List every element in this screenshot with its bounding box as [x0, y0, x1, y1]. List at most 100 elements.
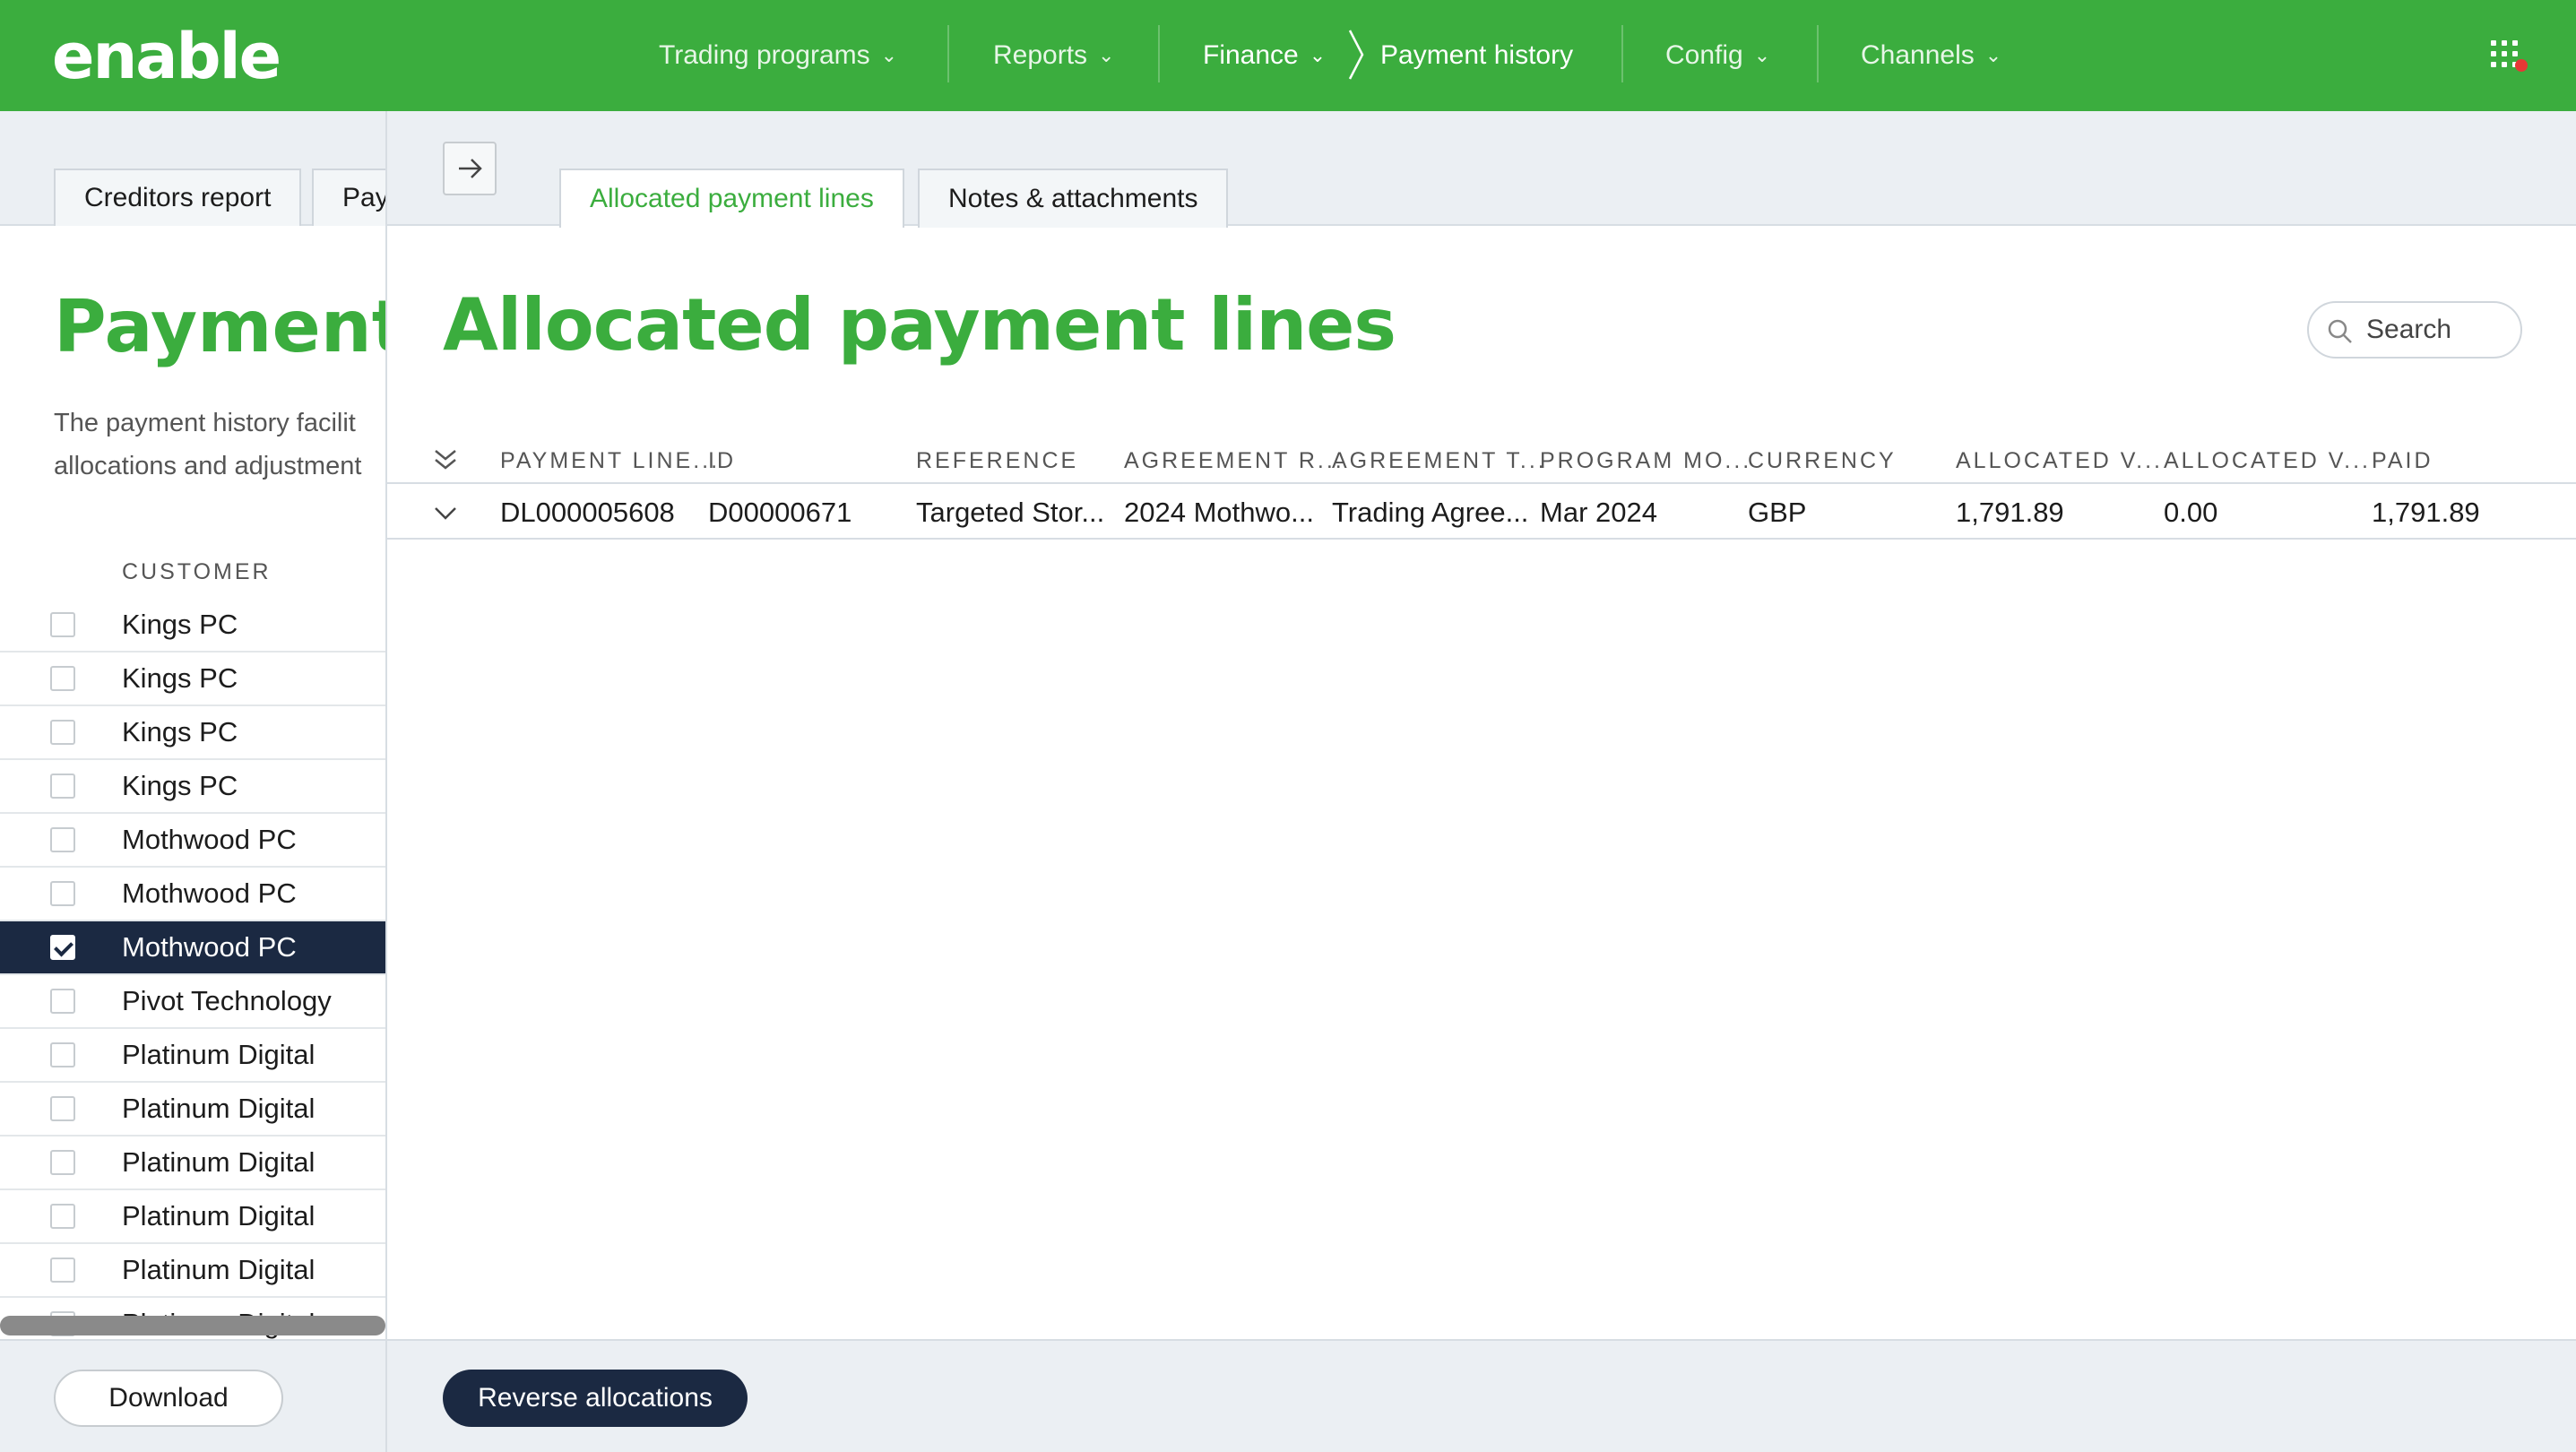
cell-agreement-r: 2024 Mothwo...	[1124, 497, 1314, 528]
payment-history-panel: Creditors report Pay Payment The payment…	[0, 111, 385, 1452]
row-checkbox[interactable]	[50, 1096, 75, 1121]
customer-name: Platinum Digital	[122, 1039, 316, 1070]
search-icon	[2328, 319, 2352, 343]
nav-channels[interactable]: Channels ⌄	[1861, 0, 2001, 111]
chevron-down-icon: ⌄	[1309, 44, 1327, 66]
row-checkbox[interactable]	[50, 989, 75, 1014]
row-checkbox[interactable]	[50, 1204, 75, 1229]
customer-name: Platinum Digital	[122, 1254, 316, 1285]
tab-notes-attachments[interactable]: Notes & attachments	[918, 169, 1229, 228]
reverse-allocations-button[interactable]: Reverse allocations	[443, 1370, 748, 1427]
download-button[interactable]: Download	[54, 1370, 283, 1427]
customer-row[interactable]: Platinum Digital	[0, 1190, 385, 1244]
row-checkbox[interactable]	[50, 827, 75, 852]
col-reference[interactable]: REFERENCE	[916, 448, 1078, 474]
col-paid[interactable]: PAID	[2372, 448, 2433, 474]
row-checkbox[interactable]	[50, 1258, 75, 1283]
left-footer: Download	[0, 1339, 385, 1452]
arrow-right-icon	[459, 159, 482, 178]
row-checkbox[interactable]	[50, 774, 75, 799]
customer-row[interactable]: Mothwood PC	[0, 814, 385, 868]
grid-icon[interactable]	[2491, 40, 2518, 67]
nav-label: Payment history	[1380, 40, 1574, 70]
top-navigation-bar: enable Trading programs ⌄ Reports ⌄ Financ…	[0, 0, 2576, 111]
chevron-down-icon: ⌄	[880, 44, 898, 66]
nav-finance[interactable]: Finance ⌄	[1203, 0, 1326, 111]
col-currency[interactable]: CURRENCY	[1748, 448, 1897, 474]
page-description: The payment history facilit allocations …	[54, 402, 385, 488]
nav-trading-programs[interactable]: Trading programs ⌄	[659, 0, 897, 111]
cell-allocated-value-2: 0.00	[2164, 497, 2218, 528]
cell-agreement-t: Trading Agree...	[1332, 497, 1529, 528]
row-checkbox[interactable]	[50, 666, 75, 691]
expand-all-icon[interactable]	[432, 446, 459, 473]
customer-row[interactable]: Pivot Technology	[0, 975, 385, 1029]
enable-logo[interactable]: enable	[52, 20, 281, 93]
cell-allocated-value-1: 1,791.89	[1956, 497, 2064, 528]
col-program-month[interactable]: PROGRAM MO...	[1540, 448, 1751, 474]
col-id[interactable]: ID	[708, 448, 736, 474]
notification-dot	[2515, 59, 2528, 72]
cell-id: D00000671	[708, 497, 852, 528]
col-allocated-value-2[interactable]: ALLOCATED V...	[2164, 448, 2371, 474]
tab-creditors-report[interactable]: Creditors report	[54, 169, 302, 226]
customer-row[interactable]: Kings PC	[0, 760, 385, 814]
nav-label: Finance	[1203, 40, 1299, 70]
left-tab-bar: Creditors report Pay	[0, 111, 385, 226]
nav-config[interactable]: Config ⌄	[1665, 0, 1770, 111]
horizontal-scrollbar[interactable]	[0, 1316, 385, 1335]
main-footer: Reverse allocations	[387, 1339, 2576, 1452]
nav-label: Channels	[1861, 40, 1975, 70]
description-line: The payment history facilit	[54, 409, 356, 437]
customer-row[interactable]: Mothwood PC	[0, 868, 385, 921]
col-allocated-value-1[interactable]: ALLOCATED V...	[1956, 448, 2163, 474]
col-payment-line[interactable]: PAYMENT LINE...	[500, 448, 720, 474]
customer-row[interactable]: Platinum Digital	[0, 1137, 385, 1190]
search-placeholder: Search	[2366, 315, 2452, 344]
row-checkbox[interactable]	[50, 881, 75, 906]
customer-row[interactable]: Mothwood PC	[0, 921, 385, 975]
nav-reports[interactable]: Reports ⌄	[993, 0, 1114, 111]
customer-column-header[interactable]: CUSTOMER	[122, 559, 272, 585]
cell-program-month: Mar 2024	[1540, 497, 1657, 528]
row-checkbox[interactable]	[50, 935, 75, 960]
nav-divider	[947, 25, 949, 82]
customer-row[interactable]: Kings PC	[0, 599, 385, 653]
row-checkbox[interactable]	[50, 1150, 75, 1175]
customer-row[interactable]: Kings PC	[0, 706, 385, 760]
customer-name: Mothwood PC	[122, 877, 297, 909]
row-checkbox[interactable]	[50, 1042, 75, 1067]
customer-row[interactable]: Kings PC	[0, 653, 385, 706]
row-checkbox[interactable]	[50, 612, 75, 637]
tab-allocated-payment-lines[interactable]: Allocated payment lines	[559, 169, 904, 228]
customer-name: Platinum Digital	[122, 1146, 316, 1178]
customer-name: Platinum Digital	[122, 1093, 316, 1124]
customer-name: Pivot Technology	[122, 985, 332, 1016]
description-line: allocations and adjustment	[54, 452, 362, 480]
table-header: PAYMENT LINE... ID REFERENCE AGREEMENT R…	[387, 436, 2576, 484]
panel-title: Allocated payment lines	[443, 283, 1396, 367]
col-agreement-t[interactable]: AGREEMENT T...	[1332, 448, 1547, 474]
page-title: Payment	[54, 285, 385, 368]
nav-divider	[1817, 25, 1819, 82]
customer-row[interactable]: Platinum Digital	[0, 1029, 385, 1083]
search-input[interactable]: Search	[2307, 301, 2522, 359]
table-row[interactable]: DL000005608 D00000671 Targeted Stor... 2…	[387, 486, 2576, 540]
chevron-down-icon: ⌄	[1753, 44, 1771, 66]
tab-payment[interactable]: Pay	[312, 169, 385, 226]
breadcrumb-chevron-icon	[1348, 30, 1364, 80]
col-agreement-r[interactable]: AGREEMENT R...	[1124, 448, 1344, 474]
cell-paid: 1,791.89	[2372, 497, 2480, 528]
customer-row[interactable]: Platinum Digital	[0, 1244, 385, 1298]
allocated-lines-panel: Allocated payment lines Notes & attachme…	[385, 111, 2576, 1452]
customer-row[interactable]: Platinum Digital	[0, 1083, 385, 1137]
chevron-down-icon[interactable]	[432, 500, 459, 527]
customer-name: Kings PC	[122, 609, 238, 640]
cell-currency: GBP	[1748, 497, 1807, 528]
collapse-panel-button[interactable]	[443, 142, 497, 195]
nav-divider	[1621, 25, 1623, 82]
nav-payment-history[interactable]: Payment history	[1380, 0, 1573, 111]
nav-divider	[1158, 25, 1160, 82]
customer-name: Mothwood PC	[122, 931, 297, 963]
row-checkbox[interactable]	[50, 720, 75, 745]
